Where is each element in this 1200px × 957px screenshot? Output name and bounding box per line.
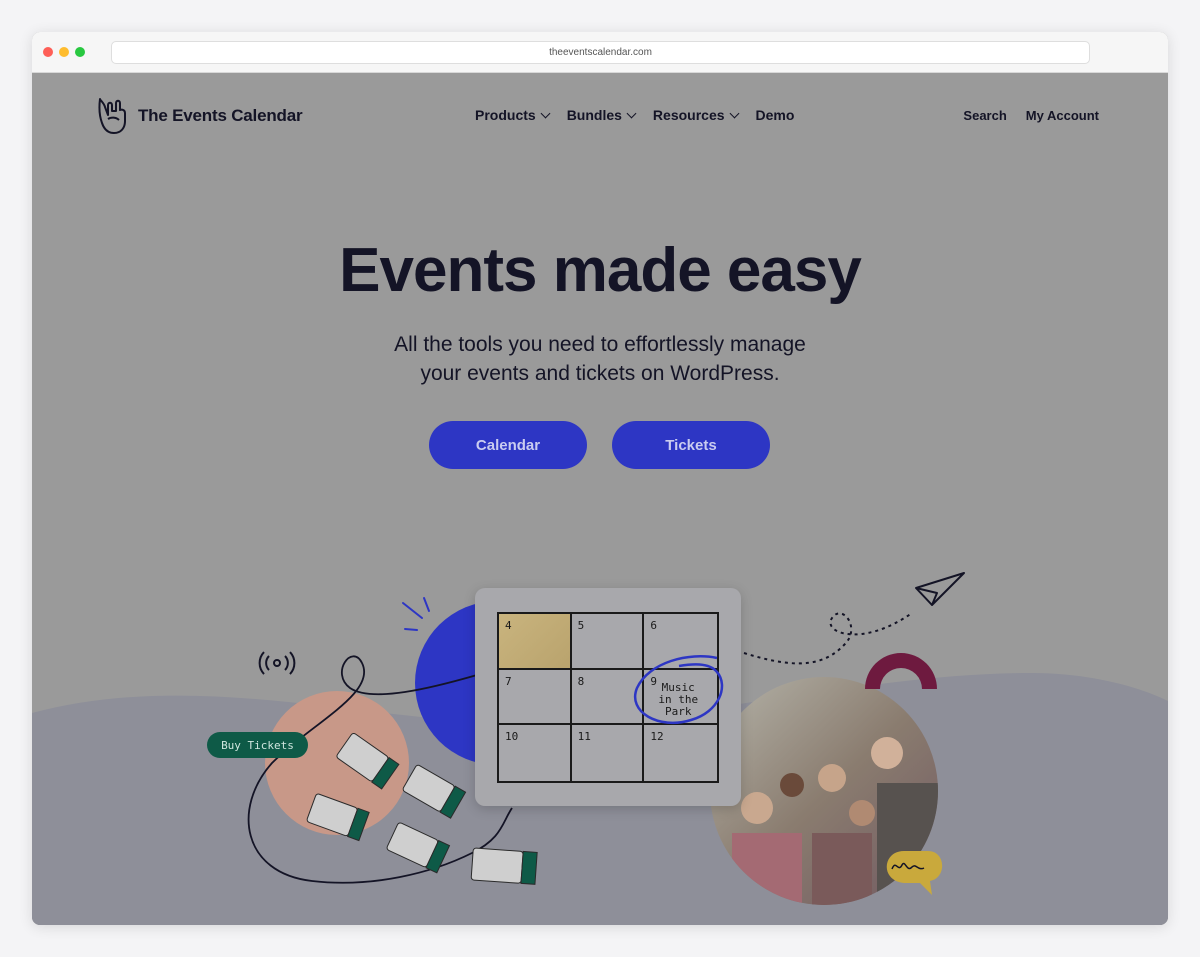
broadcast-icon — [258, 651, 296, 675]
minimize-window-icon[interactable] — [59, 47, 69, 57]
maroon-arch — [865, 653, 937, 689]
calendar-day: 4 — [499, 614, 572, 670]
browser-window: theeventscalendar.com The Events Calenda… — [32, 32, 1168, 925]
maximize-window-icon[interactable] — [75, 47, 85, 57]
sparkle-lines-icon — [402, 597, 430, 631]
buy-tickets-pill[interactable]: Buy Tickets — [207, 732, 308, 758]
address-bar[interactable]: theeventscalendar.com — [111, 41, 1090, 64]
paper-plane-icon — [915, 572, 965, 606]
calendar-card: 4 5 6 7 8 9 Music in the Park 10 11 12 — [475, 588, 741, 806]
dotted-path — [743, 612, 913, 665]
close-window-icon[interactable] — [43, 47, 53, 57]
web-page: The Events Calendar Products Bundles Res… — [32, 73, 1168, 925]
calendar-day: 7 — [499, 669, 572, 726]
calendar-day: 10 — [499, 725, 572, 781]
browser-chrome: theeventscalendar.com — [32, 32, 1168, 73]
speech-bubble-icon — [886, 851, 943, 895]
event-circle-scribble — [633, 655, 724, 725]
